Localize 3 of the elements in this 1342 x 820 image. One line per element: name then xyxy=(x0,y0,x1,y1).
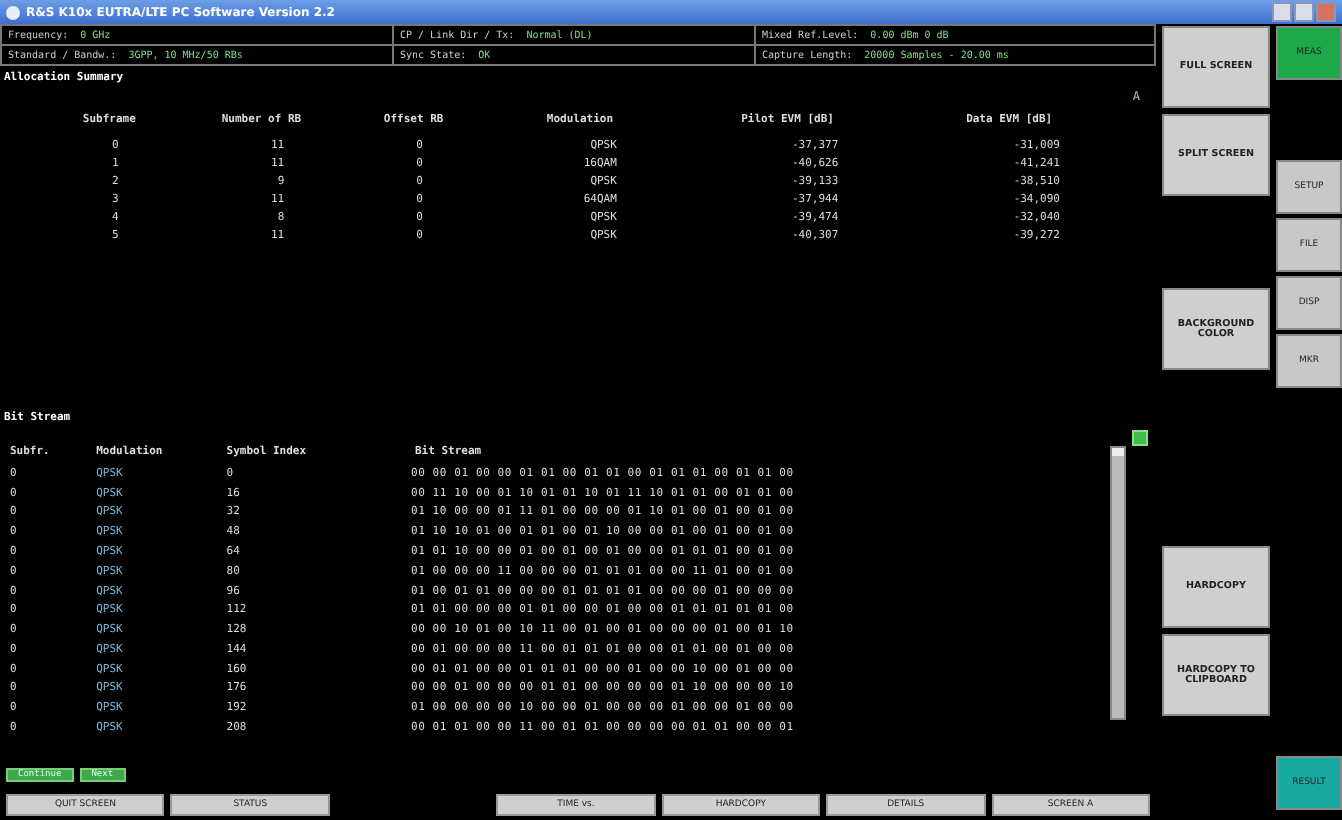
scroll-bar[interactable] xyxy=(1110,446,1126,720)
scroll-indicator-icon xyxy=(1132,430,1148,446)
app-icon xyxy=(6,5,20,19)
